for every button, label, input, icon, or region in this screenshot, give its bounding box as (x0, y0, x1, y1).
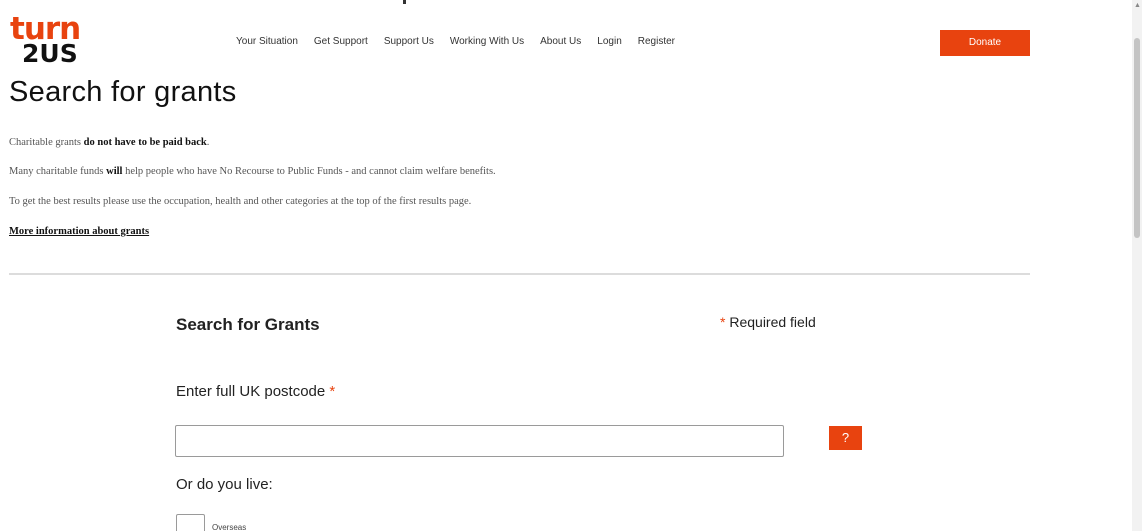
required-star: * (720, 314, 726, 330)
donate-button[interactable]: Donate (940, 30, 1030, 56)
required-field-note: * Required field (720, 314, 816, 330)
top-edge-mark (403, 0, 406, 4)
page-title: Search for grants (9, 76, 237, 108)
page-scrollbar[interactable]: ▲ (1132, 0, 1142, 531)
postcode-help-button[interactable]: ? (829, 426, 862, 450)
nav-item-working-with-us[interactable]: Working With Us (450, 35, 524, 49)
scroll-up-arrow-icon[interactable]: ▲ (1134, 2, 1141, 10)
turn2us-logo[interactable]: turn 2US (8, 14, 108, 68)
scrollbar-thumb[interactable] (1134, 38, 1140, 238)
logo-2us-text: 2US (22, 39, 78, 68)
postcode-label: Enter full UK postcode * (176, 383, 335, 400)
intro-paragraph-nrpf: Many charitable funds will help people w… (9, 166, 496, 177)
form-title: Search for Grants (176, 315, 320, 334)
intro-paragraph-repay: Charitable grants do not have to be paid… (9, 137, 210, 148)
more-information-link[interactable]: More information about grants (9, 226, 149, 237)
nav-item-register[interactable]: Register (638, 35, 675, 49)
nav-item-login[interactable]: Login (597, 35, 621, 49)
nav-item-get-support[interactable]: Get Support (314, 35, 368, 49)
live-question-label: Or do you live: (176, 476, 273, 493)
nav-item-support-us[interactable]: Support Us (384, 35, 434, 49)
nav-item-your-situation[interactable]: Your Situation (236, 35, 298, 49)
main-nav: Your Situation Get Support Support Us Wo… (236, 35, 691, 49)
required-note-text: Required field (729, 314, 816, 330)
postcode-label-text: Enter full UK postcode (176, 383, 326, 400)
overseas-checkbox[interactable] (176, 514, 205, 531)
postcode-required-star: * (329, 383, 336, 400)
postcode-input[interactable] (175, 425, 784, 457)
section-divider (9, 273, 1030, 275)
intro-paragraph-tips: To get the best results please use the o… (9, 196, 472, 207)
nav-item-about-us[interactable]: About Us (540, 35, 581, 49)
overseas-label: Overseas (212, 523, 247, 531)
